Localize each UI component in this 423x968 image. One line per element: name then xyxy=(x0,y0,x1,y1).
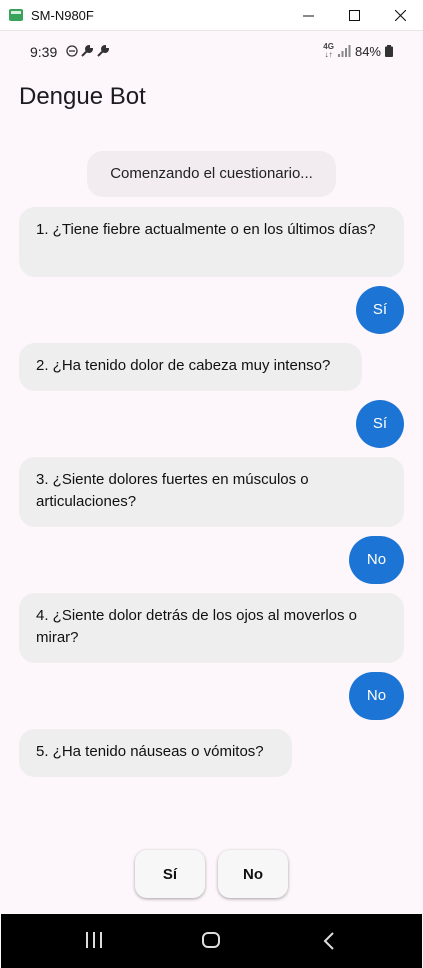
user-message: No xyxy=(349,672,404,720)
bot-message: 3. ¿Siente dolores fuertes en músculos o… xyxy=(19,457,404,527)
bot-message: 4. ¿Siente dolor detrás de los ojos al m… xyxy=(19,593,404,663)
bot-message: 5. ¿Ha tenido náuseas o vómitos? xyxy=(19,729,292,777)
bot-message: 1. ¿Tiene fiebre actualmente o en los úl… xyxy=(19,207,404,277)
user-message: Sí xyxy=(356,400,404,448)
recent-apps-icon[interactable] xyxy=(85,932,103,948)
user-message: Sí xyxy=(356,286,404,334)
bot-message: 2. ¿Ha tenido dolor de cabeza muy intens… xyxy=(19,343,362,391)
answer-no-button[interactable]: No xyxy=(218,850,288,898)
user-message: No xyxy=(349,536,404,584)
system-message: Comenzando el cuestionario... xyxy=(87,151,336,197)
back-icon[interactable] xyxy=(323,932,335,950)
home-icon[interactable] xyxy=(202,932,220,948)
android-navigation-bar xyxy=(1,914,422,968)
answer-yes-button[interactable]: Sí xyxy=(135,850,205,898)
chat-area: Comenzando el cuestionario... 1. ¿Tiene … xyxy=(0,0,423,900)
